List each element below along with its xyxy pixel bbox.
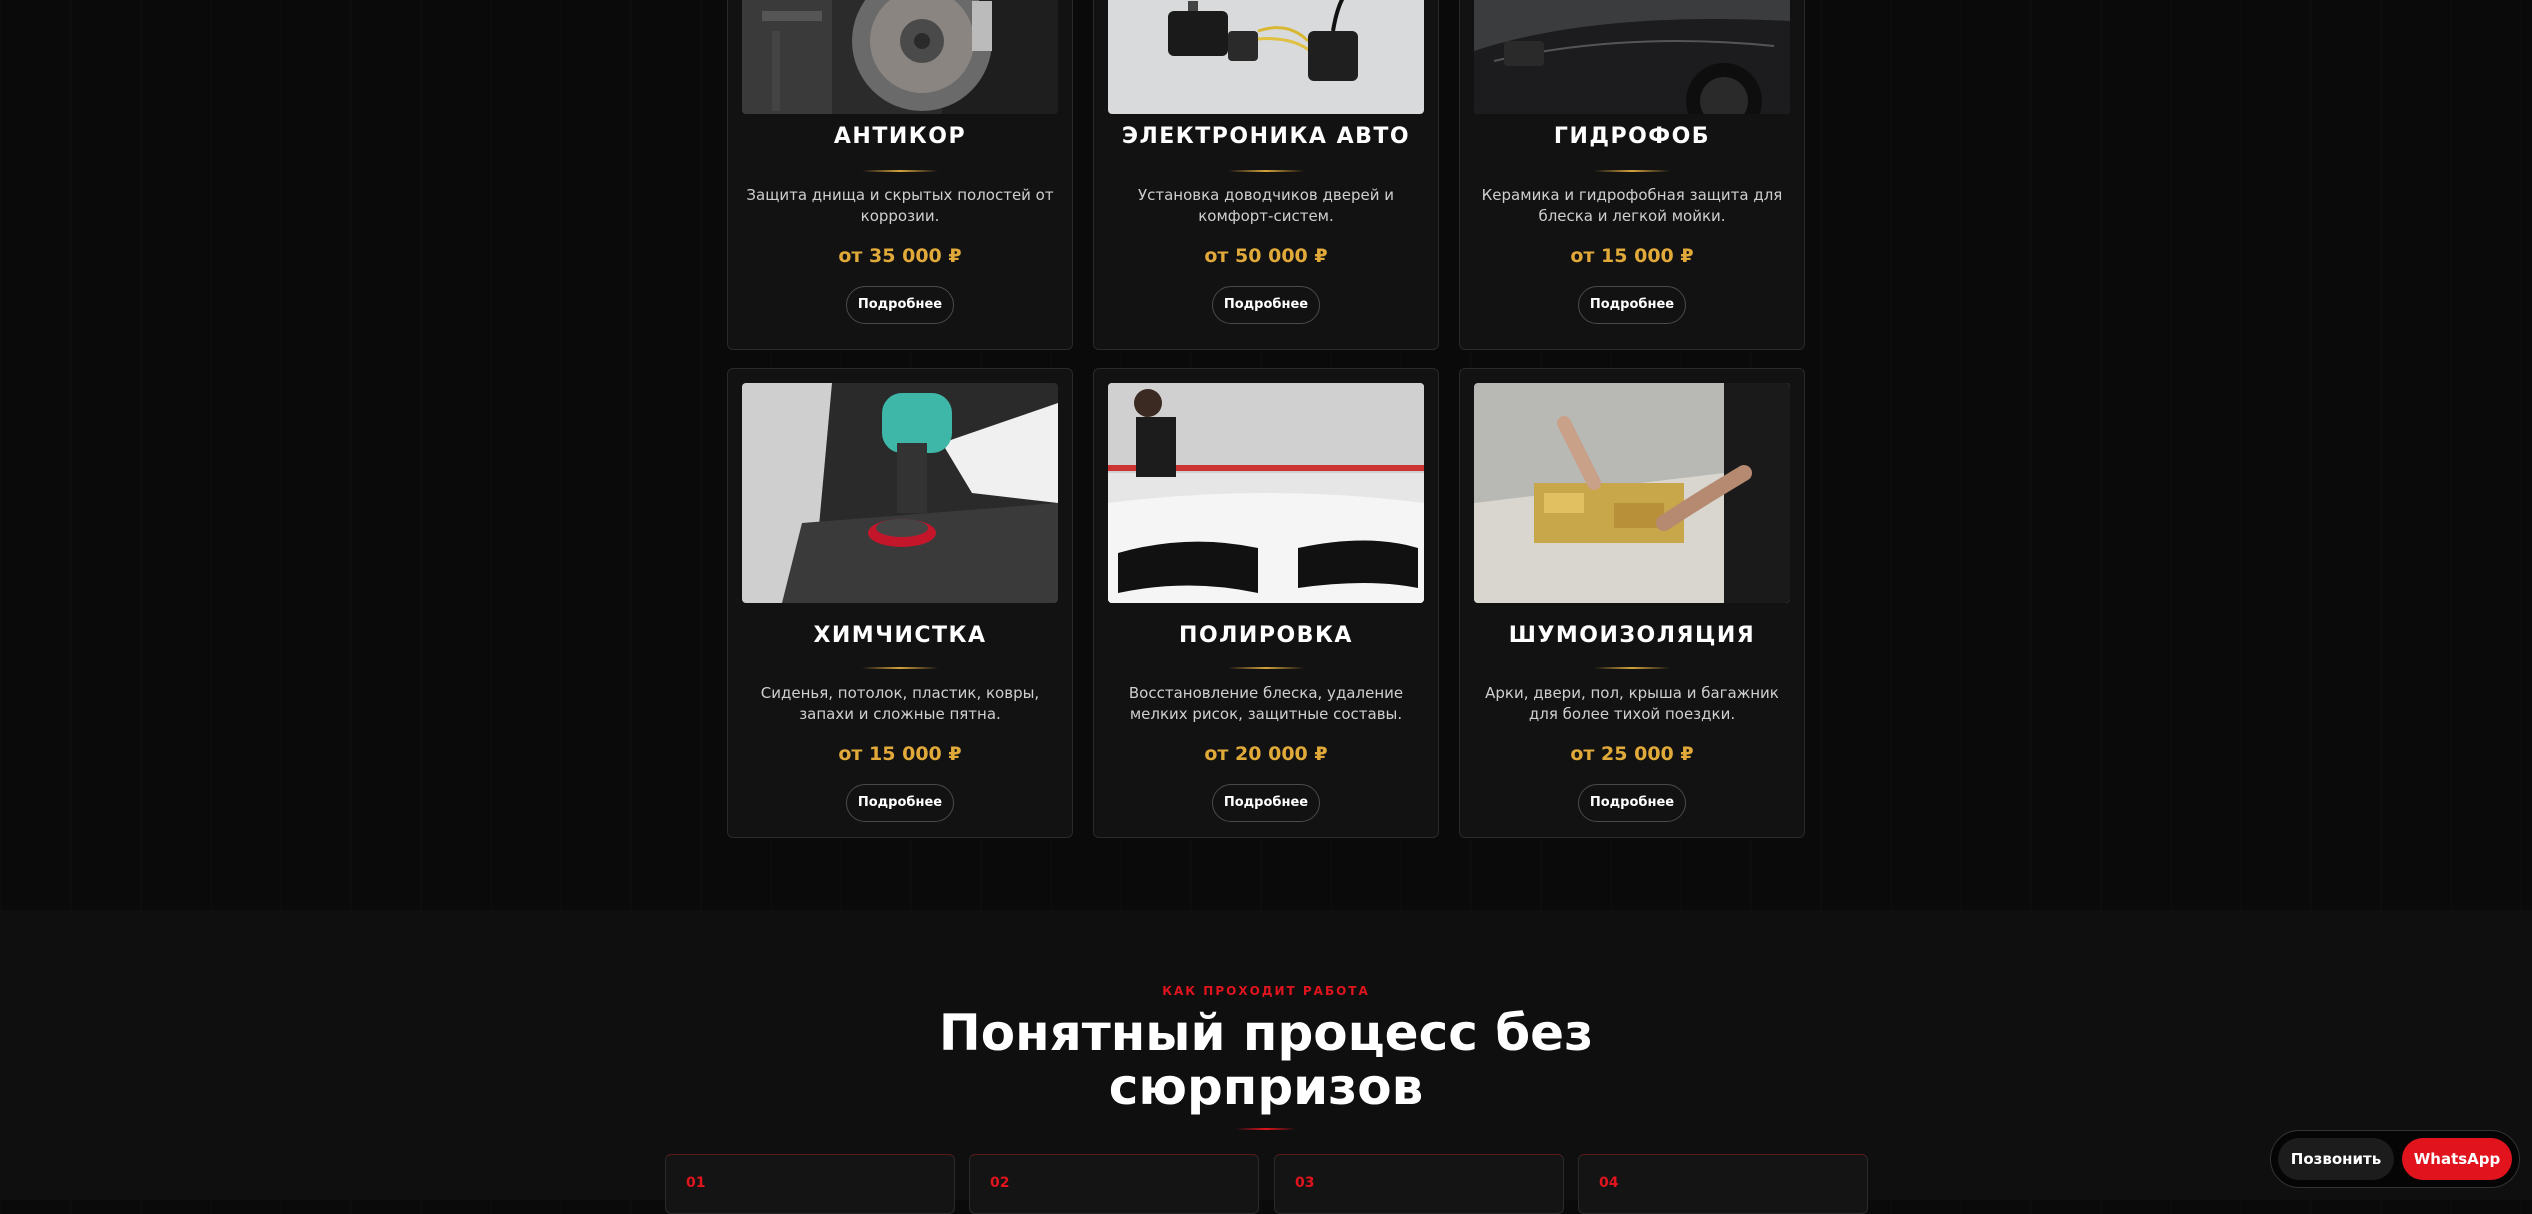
service-price: от 50 000 ₽ (1204, 245, 1328, 267)
service-price: от 20 000 ₽ (1204, 743, 1328, 765)
service-title: ПОЛИРОВКА (1179, 623, 1353, 648)
service-image-door-closers (1108, 0, 1424, 114)
title-divider (862, 667, 938, 669)
step-number: 04 (1599, 1175, 1619, 1191)
service-price: от 15 000 ₽ (1570, 245, 1694, 267)
service-description: Восстановление блеска, удаление мелких р… (1128, 684, 1404, 723)
service-description: Установка доводчиков дверей и комфорт-си… (1137, 186, 1394, 225)
section-title-line1: Понятный процесс без (938, 1004, 1594, 1062)
details-button[interactable]: Подробнее (1212, 286, 1320, 324)
process-step-card: 01 (665, 1154, 955, 1214)
service-title: ХИМЧИСТКА (813, 623, 987, 648)
details-button[interactable]: Подробнее (1578, 784, 1686, 822)
step-number: 02 (990, 1175, 1010, 1191)
step-number: 01 (686, 1175, 706, 1191)
service-description: Сиденья, потолок, пластик, ковры, запахи… (760, 684, 1040, 723)
service-title: АНТИКОР (833, 124, 967, 149)
process-section: КАК ПРОХОДИТ РАБОТА Понятный процесс без… (0, 910, 2532, 1214)
service-price: от 35 000 ₽ (838, 245, 962, 267)
service-title: ШУМОИЗОЛЯЦИЯ (1508, 623, 1756, 648)
floating-contact-bar: Позвонить WhatsApp (2270, 1130, 2520, 1188)
title-underline (1236, 1128, 1296, 1130)
service-card-antikor: АНТИКОР Защита днища и скрытых полостей … (727, 0, 1073, 350)
service-image-interior-cleaning (742, 383, 1058, 603)
services-section: АНТИКОР Защита днища и скрытых полостей … (0, 0, 2532, 910)
section-eyebrow: КАК ПРОХОДИТ РАБОТА (1162, 984, 1370, 998)
details-button[interactable]: Подробнее (1578, 286, 1686, 324)
title-divider (1594, 667, 1670, 669)
service-card-hydrophobic: ГИДРОФОБ Керамика и гидрофобная защита д… (1459, 0, 1805, 350)
section-title: Понятный процесс без сюрпризов (0, 1006, 2532, 1114)
title-divider (1228, 170, 1304, 172)
service-description: Арки, двери, пол, крыша и багажник для б… (1485, 684, 1779, 723)
step-number: 03 (1295, 1175, 1315, 1191)
service-image-white-car-polishing (1108, 383, 1424, 603)
title-divider (1594, 170, 1670, 172)
process-step-card: 03 (1274, 1154, 1564, 1214)
service-card-soundproofing: ШУМОИЗОЛЯЦИЯ Арки, двери, пол, крыша и б… (1459, 368, 1805, 838)
service-card-electronics: ЭЛЕКТРОНИКА АВТО Установка доводчиков дв… (1093, 0, 1439, 350)
process-step-card: 02 (969, 1154, 1259, 1214)
title-divider (1228, 667, 1304, 669)
process-step-card: 04 (1578, 1154, 1868, 1214)
service-card-dry-cleaning: ХИМЧИСТКА Сиденья, потолок, пластик, ков… (727, 368, 1073, 838)
service-description: Керамика и гидрофобная защита для блеска… (1481, 186, 1783, 225)
service-description: Защита днища и скрытых полостей от корро… (746, 186, 1054, 225)
service-image-black-car (1474, 0, 1790, 114)
details-button[interactable]: Подробнее (846, 784, 954, 822)
service-image-sound-insulation (1474, 383, 1790, 603)
service-title: ЭЛЕКТРОНИКА АВТО (1121, 124, 1411, 149)
service-image-brake-disc (742, 0, 1058, 114)
service-title: ГИДРОФОБ (1553, 124, 1711, 149)
service-price: от 25 000 ₽ (1570, 743, 1694, 765)
service-price: от 15 000 ₽ (838, 743, 962, 765)
details-button[interactable]: Подробнее (846, 286, 954, 324)
section-title-line2: сюрпризов (1108, 1058, 1424, 1116)
details-button[interactable]: Подробнее (1212, 784, 1320, 822)
title-divider (862, 170, 938, 172)
call-button[interactable]: Позвонить (2278, 1138, 2394, 1180)
service-card-polishing: ПОЛИРОВКА Восстановление блеска, удалени… (1093, 368, 1439, 838)
whatsapp-button[interactable]: WhatsApp (2402, 1138, 2512, 1180)
